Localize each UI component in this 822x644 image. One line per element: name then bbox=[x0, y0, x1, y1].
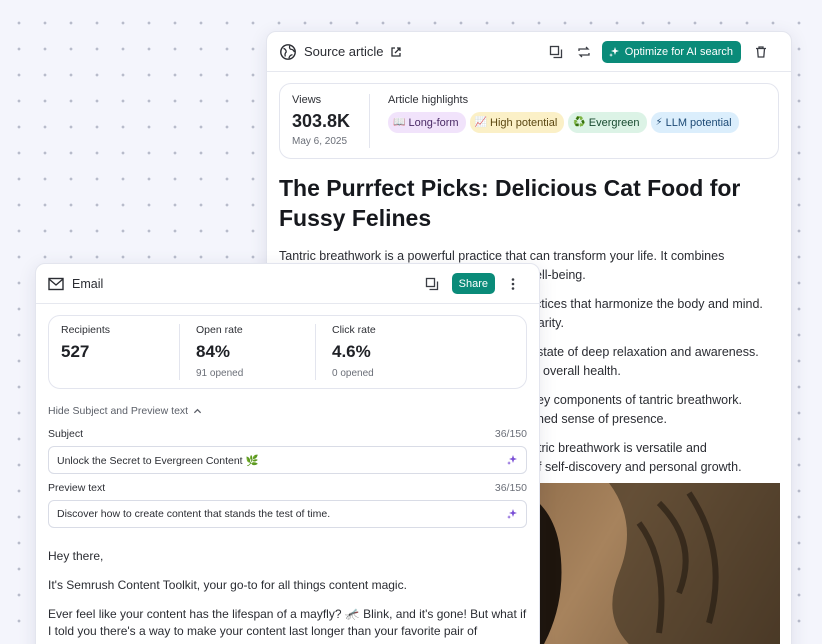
views-stat: Views 303.8K May 6, 2025 bbox=[292, 94, 370, 148]
email-header: Email Share bbox=[36, 264, 539, 304]
trash-icon bbox=[756, 45, 766, 58]
preview-value: Discover how to create content that stan… bbox=[57, 508, 331, 520]
click-rate-label: Click rate bbox=[332, 324, 376, 336]
views-value: 303.8K bbox=[292, 111, 351, 131]
preview-count: 36/150 bbox=[494, 482, 527, 494]
highlights-label: Article highlights bbox=[388, 94, 469, 106]
external-link-icon[interactable] bbox=[390, 46, 402, 58]
article-headline: The Purrfect Picks: Delicious Cat Food f… bbox=[279, 175, 741, 231]
email-title: Email bbox=[72, 276, 104, 291]
more-options-button[interactable] bbox=[499, 270, 527, 298]
copy-icon bbox=[549, 45, 562, 58]
subject-field[interactable]: Unlock the Secret to Evergreen Content 🌿 bbox=[48, 446, 527, 474]
email-stats: Recipients 527 Open rate 84% 91 opened C… bbox=[48, 315, 527, 389]
open-rate-label: Open rate bbox=[196, 324, 243, 336]
optimize-for-ai-button[interactable]: Optimize for AI search bbox=[601, 40, 741, 63]
article-stats: Views 303.8K May 6, 2025 Article highlig… bbox=[279, 83, 779, 159]
delete-button[interactable] bbox=[747, 38, 775, 66]
article-header: Source article Optimize for AI search bbox=[267, 32, 791, 72]
email-greeting: Hey there, bbox=[48, 549, 104, 563]
preview-header: Preview text 36/150 bbox=[48, 482, 527, 494]
copy-button[interactable] bbox=[542, 38, 570, 66]
subject-label: Subject bbox=[48, 428, 84, 440]
copy-icon bbox=[425, 277, 438, 290]
preview-label: Preview text bbox=[48, 482, 106, 494]
optimize-label: Optimize for AI search bbox=[624, 45, 733, 58]
open-rate-sub: 91 opened bbox=[196, 368, 244, 379]
tag-long-form: 📖 Long-form bbox=[388, 112, 466, 133]
sparkle-icon[interactable] bbox=[506, 454, 518, 466]
sparkle-icon[interactable] bbox=[506, 508, 518, 520]
mail-icon bbox=[48, 277, 64, 290]
share-button[interactable]: Share bbox=[451, 273, 495, 294]
email-card: Email Share Recipients 527 Open rate 84% bbox=[35, 263, 540, 644]
open-rate-stat: Open rate 84% 91 opened bbox=[180, 324, 316, 380]
click-rate-value: 4.6% bbox=[332, 342, 371, 361]
tag-llm-potential: ⚡ LLM potential bbox=[650, 112, 739, 133]
refresh-icon bbox=[578, 46, 590, 57]
copy-button[interactable] bbox=[418, 270, 446, 298]
email-paragraph: Ever feel like your content has the life… bbox=[48, 607, 527, 638]
subject-value: Unlock the Secret to Evergreen Content 🌿 bbox=[57, 454, 259, 467]
views-label: Views bbox=[292, 94, 322, 106]
subject-header: Subject 36/150 bbox=[48, 428, 527, 440]
recipients-value: 527 bbox=[61, 342, 90, 361]
email-paragraph: It's Semrush Content Toolkit, your go-to… bbox=[48, 578, 407, 592]
article-title: Source article bbox=[304, 44, 384, 59]
sparkle-icon bbox=[608, 46, 619, 57]
open-rate-value: 84% bbox=[196, 342, 231, 361]
more-vertical-icon bbox=[511, 277, 515, 290]
click-rate-stat: Click rate 4.6% 0 opened bbox=[316, 324, 388, 380]
subject-count: 36/150 bbox=[494, 428, 527, 440]
tag-high-potential: 📈 High potential bbox=[469, 112, 565, 133]
email-body[interactable]: Hey there, It's Semrush Content Toolkit,… bbox=[48, 548, 527, 640]
views-date: May 6, 2025 bbox=[292, 136, 348, 147]
preview-text-field[interactable]: Discover how to create content that stan… bbox=[48, 500, 527, 528]
recipients-label: Recipients bbox=[61, 324, 111, 336]
toggle-label: Hide Subject and Preview text bbox=[48, 405, 189, 417]
tag-evergreen: ♻️ Evergreen bbox=[568, 112, 647, 133]
recipients-stat: Recipients 527 bbox=[49, 324, 180, 380]
refresh-button[interactable] bbox=[570, 38, 598, 66]
globe-icon bbox=[280, 43, 296, 60]
chevron-up-icon bbox=[193, 408, 202, 413]
article-highlights: Article highlights 📖 Long-form 📈 High pote… bbox=[370, 94, 739, 148]
hide-subject-toggle[interactable]: Hide Subject and Preview text bbox=[48, 405, 527, 417]
click-rate-sub: 0 opened bbox=[332, 368, 374, 379]
